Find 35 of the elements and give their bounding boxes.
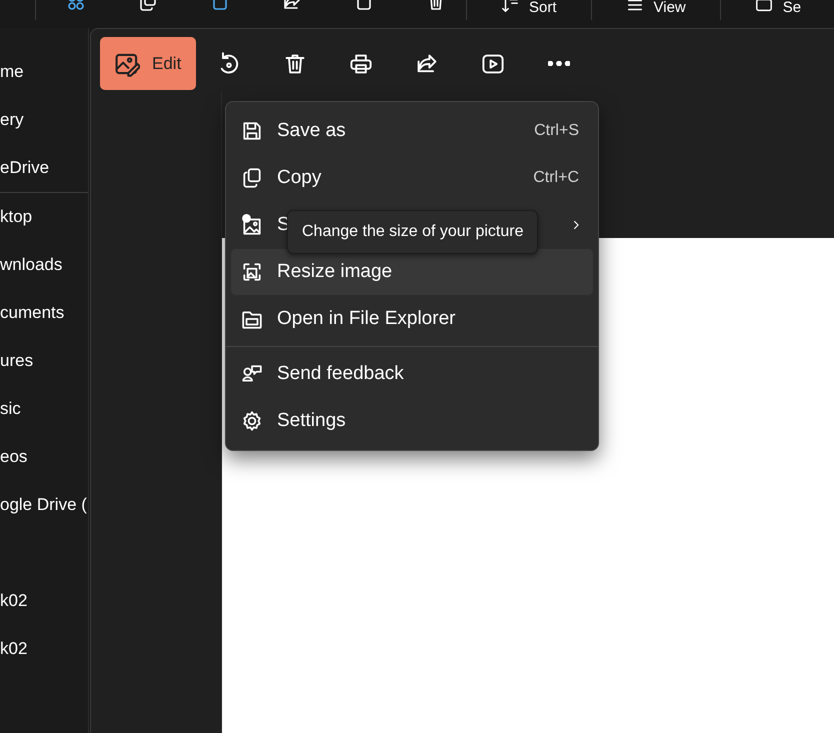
edit-button[interactable]: Edit xyxy=(100,37,196,90)
sidebar-item[interactable]: ogle Drive ( xyxy=(0,481,87,529)
copy-icon xyxy=(241,167,263,189)
menu-item[interactable]: Copy Ctrl+C xyxy=(231,155,593,201)
menu-item[interactable]: Save as Ctrl+S xyxy=(231,108,593,154)
menu-item[interactable]: Resize image xyxy=(231,249,593,295)
sidebar-item[interactable]: k02 xyxy=(0,577,28,625)
menu-item[interactable]: Open in File Explorer xyxy=(231,296,593,342)
resize-icon xyxy=(241,261,263,283)
sidebar-item[interactable]: k02 xyxy=(0,625,28,673)
sort-icon xyxy=(501,0,519,14)
save-icon xyxy=(241,120,263,142)
shortcut-text: Ctrl+C xyxy=(533,169,580,187)
delete-icon xyxy=(283,52,308,76)
tooltip: Change the size of your picture xyxy=(287,210,538,254)
sidebar-item[interactable]: cuments xyxy=(0,289,64,337)
play-icon xyxy=(481,52,506,76)
sidebar-item[interactable]: ktop xyxy=(0,193,32,241)
image-icon xyxy=(241,214,263,236)
toolbar-button[interactable]: Sort xyxy=(495,0,563,16)
shortcut-text: Ctrl+S xyxy=(534,122,580,140)
more-icon xyxy=(548,61,570,66)
toolbar-button[interactable]: Se xyxy=(748,0,808,16)
sidebar-item[interactable]: me xyxy=(0,48,24,96)
menu-item[interactable]: Send feedback xyxy=(231,351,593,397)
menu-item[interactable]: Settings xyxy=(231,398,593,444)
sidebar-item[interactable]: ures xyxy=(0,337,34,385)
sidebar-item[interactable]: wnloads xyxy=(0,241,62,289)
sidebar-item[interactable]: eDrive xyxy=(0,144,50,192)
toolbar-button[interactable]: View xyxy=(620,0,692,16)
settings-icon xyxy=(241,410,263,432)
printer-icon xyxy=(349,52,374,76)
sidebar-item[interactable]: sic xyxy=(0,385,21,433)
sidebar-item[interactable]: eos xyxy=(0,433,28,481)
sidebar-item[interactable]: ery xyxy=(0,96,24,144)
